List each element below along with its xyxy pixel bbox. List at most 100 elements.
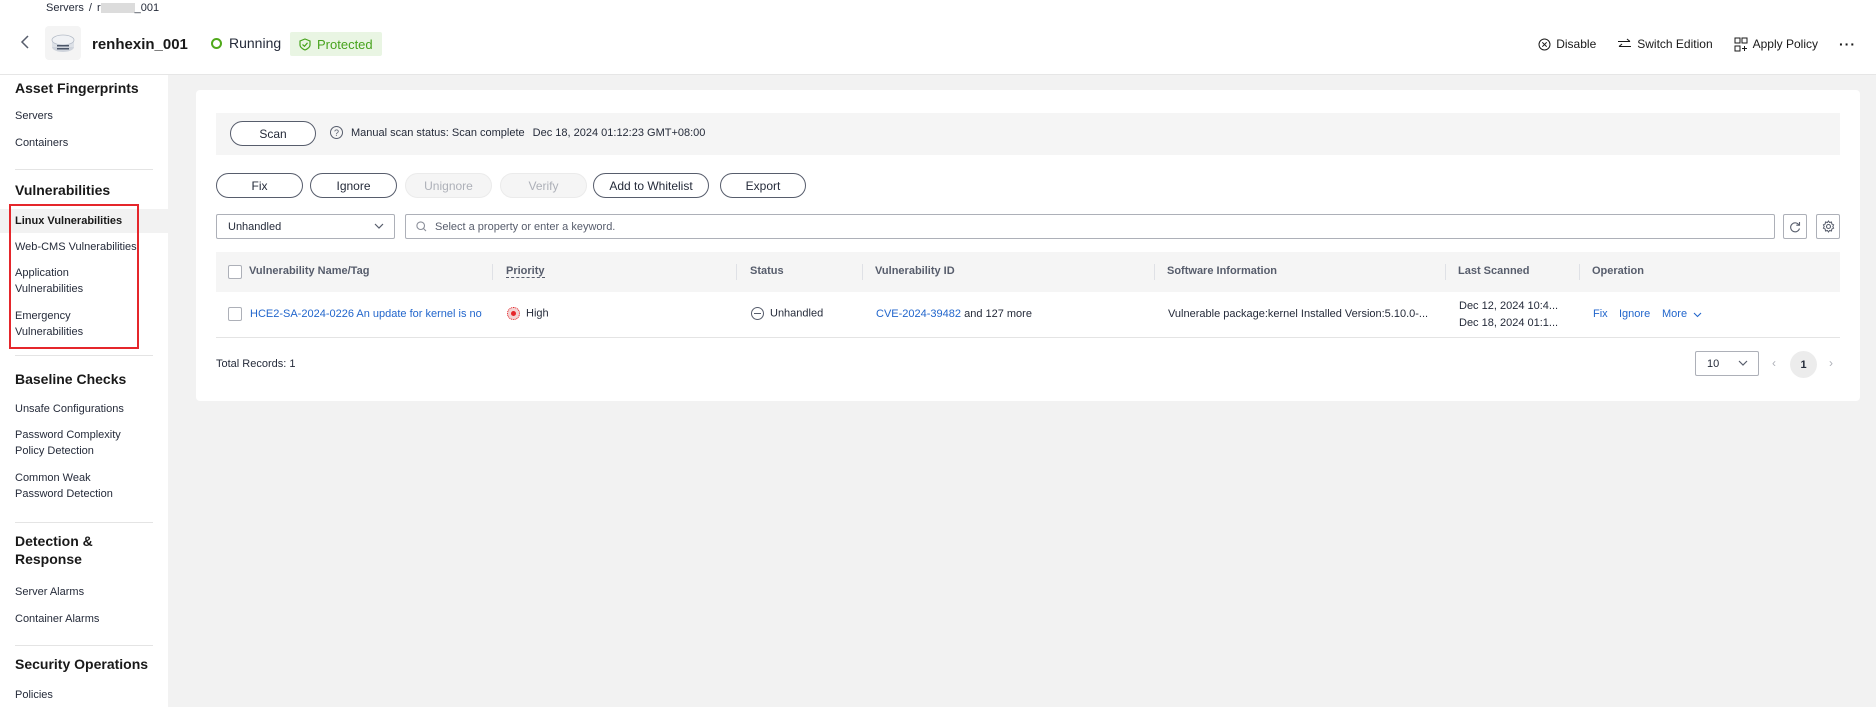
refresh-icon (1790, 221, 1801, 232)
status-filter-value: Unhandled (228, 220, 282, 233)
chevron-down-icon (1693, 312, 1702, 317)
header-actions: Disable Switch Edition Apply Policy ··· (1538, 36, 1856, 52)
col-vulnerability-id: Vulnerability ID (875, 265, 955, 277)
page-number[interactable]: 1 (1790, 351, 1817, 378)
sidebar-item-policies[interactable]: Policies (15, 687, 145, 703)
apply-policy-label: Apply Policy (1752, 37, 1818, 51)
table-header: Vulnerability Name/Tag Priority Status V… (216, 252, 1840, 292)
status-cell: Unhandled (751, 307, 823, 320)
back-arrow-icon[interactable] (17, 34, 33, 50)
more-actions-icon[interactable]: ··· (1839, 36, 1856, 52)
column-separator (862, 264, 863, 280)
breadcrumb-separator: / (88, 2, 92, 14)
column-separator (1445, 264, 1446, 280)
add-to-whitelist-button[interactable]: Add to Whitelist (593, 173, 709, 198)
ignore-button[interactable]: Ignore (310, 173, 397, 198)
status-indicator: Running (211, 35, 281, 51)
table-row: HCE2-SA-2024-0226 An update for kernel i… (216, 292, 1840, 338)
protected-text: Protected (317, 36, 373, 52)
sidebar-group-security-operations: Security Operations (15, 656, 149, 672)
sidebar-item-servers[interactable]: Servers (15, 108, 145, 124)
sidebar-item-unsafe-configurations[interactable]: Unsafe Configurations (15, 401, 145, 417)
search-input[interactable]: Select a property or enter a keyword. (405, 214, 1775, 239)
switch-edition-label: Switch Edition (1637, 37, 1713, 51)
sidebar-item-containers[interactable]: Containers (15, 135, 145, 151)
status-filter-select[interactable]: Unhandled (216, 214, 395, 239)
sidebar-item-container-alarms[interactable]: Container Alarms (15, 611, 145, 627)
swap-icon (1618, 38, 1632, 48)
column-separator (1579, 264, 1580, 280)
apply-policy-button[interactable]: Apply Policy (1734, 37, 1818, 52)
col-operation: Operation (1592, 265, 1644, 277)
annotation-highlight-box (9, 204, 139, 349)
sidebar-group-vulnerabilities: Vulnerabilities (15, 182, 111, 198)
switch-edition-button[interactable]: Switch Edition (1617, 37, 1713, 51)
scan-status-label: Manual scan status: Scan complete (351, 126, 525, 139)
sidebar-group-detection-response: Detection & Response (15, 533, 93, 567)
minus-circle-icon (751, 307, 764, 320)
last-scanned-time: Dec 18, 2024 01:1... (1459, 317, 1559, 329)
sidebar-item-password-complexity[interactable]: Password Complexity Policy Detection (15, 427, 130, 459)
breadcrumb-current-suffix: _001 (134, 2, 160, 14)
page-size-select[interactable]: 10 (1695, 351, 1759, 376)
priority-text: High (526, 307, 549, 320)
fix-button[interactable]: Fix (216, 173, 303, 198)
vulnerability-name-link[interactable]: HCE2-SA-2024-0226 An update for kernel i… (250, 308, 482, 320)
running-dot-icon (211, 37, 222, 49)
server-name: renhexin_001 (92, 36, 188, 53)
scan-status: ? Manual scan status: Scan complete Dec … (330, 126, 705, 139)
chevron-down-icon (1738, 360, 1748, 366)
vulnerability-panel: Scan ? Manual scan status: Scan complete… (196, 90, 1860, 401)
disable-button[interactable]: Disable (1538, 37, 1596, 51)
high-priority-icon (507, 307, 520, 320)
total-records: Total Records: 1 (216, 358, 296, 370)
next-page-icon[interactable]: › (1829, 356, 1833, 370)
scan-timestamp: Dec 18, 2024 01:12:23 GMT+08:00 (532, 126, 706, 139)
status-value: Unhandled (770, 307, 824, 320)
sidebar-divider (15, 169, 153, 170)
col-software-information: Software Information (1167, 265, 1278, 277)
first-scanned-time: Dec 12, 2024 10:4... (1459, 300, 1559, 312)
export-button[interactable]: Export (720, 173, 806, 198)
priority-cell: High (507, 307, 549, 320)
refresh-button[interactable] (1783, 214, 1807, 239)
sidebar: Asset Fingerprints Servers Containers Vu… (0, 75, 168, 707)
policy-icon (1734, 37, 1748, 51)
shield-check-icon (299, 37, 311, 51)
ignore-link[interactable]: Ignore (1619, 308, 1650, 320)
disable-label: Disable (1556, 37, 1597, 51)
close-circle-icon (1538, 38, 1551, 50)
prev-page-icon[interactable]: ‹ (1772, 356, 1776, 370)
select-all-checkbox[interactable] (228, 265, 242, 279)
breadcrumb: Servers / r _001 (46, 2, 159, 14)
page-size-value: 10 (1707, 357, 1720, 370)
sidebar-item-server-alarms[interactable]: Server Alarms (15, 584, 145, 600)
search-placeholder: Select a property or enter a keyword. (435, 220, 616, 233)
col-priority[interactable]: Priority (506, 265, 545, 278)
sidebar-divider (15, 522, 153, 523)
row-checkbox[interactable] (228, 307, 242, 321)
sidebar-item-common-weak-password[interactable]: Common Weak Password Detection (15, 470, 115, 502)
fix-link[interactable]: Fix (1593, 308, 1608, 320)
help-icon[interactable]: ? (330, 126, 343, 139)
settings-button[interactable] (1816, 214, 1840, 239)
cve-link[interactable]: CVE-2024-39482 (876, 308, 961, 320)
column-separator (492, 264, 493, 280)
gear-icon (1822, 220, 1834, 233)
col-vulnerability-name: Vulnerability Name/Tag (249, 265, 370, 277)
sidebar-group-baseline-checks: Baseline Checks (15, 371, 127, 387)
verify-button[interactable]: Verify (500, 173, 587, 198)
status-text: Running (229, 35, 282, 51)
col-last-scanned: Last Scanned (1458, 265, 1530, 277)
scan-button[interactable]: Scan (230, 121, 316, 146)
col-status: Status (750, 265, 784, 277)
more-dropdown[interactable]: More (1662, 308, 1702, 320)
server-icon (45, 26, 81, 60)
protected-badge: Protected (290, 32, 382, 56)
vulnerability-id-cell: CVE-2024-39482 and 127 more (876, 308, 1032, 320)
sidebar-divider (15, 355, 153, 356)
breadcrumb-current: r _001 (97, 2, 159, 14)
search-icon (416, 221, 427, 232)
breadcrumb-servers[interactable]: Servers (46, 2, 84, 14)
unignore-button[interactable]: Unignore (405, 173, 492, 198)
